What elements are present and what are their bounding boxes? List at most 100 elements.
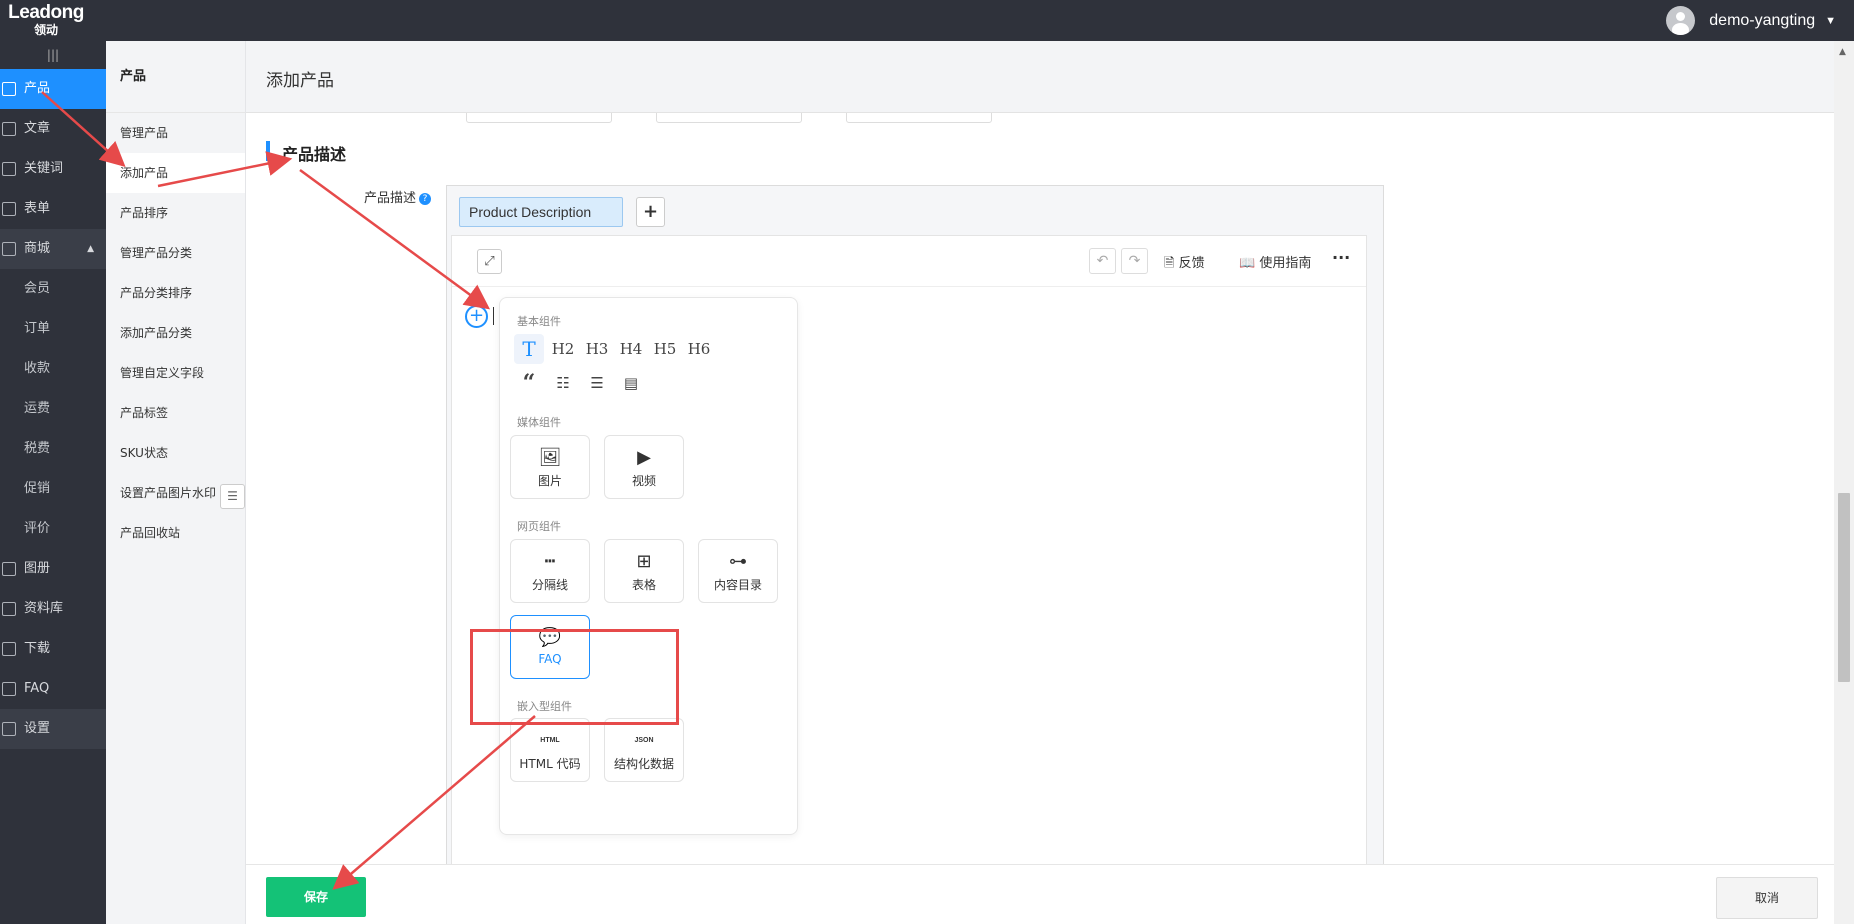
json-block-button[interactable]: JSON 结构化数据: [604, 718, 684, 782]
sidebar-item-label: 下载: [24, 641, 51, 656]
divider-block-button[interactable]: ┅ 分隔线: [510, 539, 590, 603]
subnav-item-custom-fields[interactable]: 管理自定义字段: [106, 353, 245, 393]
subnav-item-add-product[interactable]: 添加产品: [106, 153, 245, 193]
annotation-highlight-box: [470, 629, 679, 725]
json-file-icon: JSON: [634, 737, 654, 744]
subnav-item-add-category[interactable]: 添加产品分类: [106, 313, 245, 353]
feedback-label: 反馈: [1178, 256, 1205, 271]
keyword-icon: [2, 162, 16, 176]
sidebar-item-shipping[interactable]: 运费: [0, 389, 106, 429]
sidebar-item-form[interactable]: 表单: [0, 189, 106, 229]
chevron-up-icon: ▲: [87, 244, 94, 254]
html-file-icon: HTML: [540, 737, 560, 744]
sidebar-item-promotion[interactable]: 促销: [0, 469, 106, 509]
page-scrollbar[interactable]: ▲: [1834, 41, 1854, 924]
subnav-item-manage-products[interactable]: 管理产品: [106, 113, 245, 153]
sidebar-item-keyword[interactable]: 关键词: [0, 149, 106, 189]
subnav-item-manage-categories[interactable]: 管理产品分类: [106, 233, 245, 273]
heading6-button[interactable]: H6: [684, 334, 714, 364]
help-icon[interactable]: ?: [419, 193, 432, 205]
expand-icon[interactable]: ⤢: [477, 249, 502, 274]
card-label: 分隔线: [531, 578, 568, 592]
sidebar-item-download[interactable]: 下载: [0, 629, 106, 669]
sidebar-item-article[interactable]: 文章: [0, 109, 106, 149]
hidden-field[interactable]: [656, 113, 802, 123]
image-block-button[interactable]: 🖼 图片: [510, 435, 590, 499]
subnav-item-category-sort[interactable]: 产品分类排序: [106, 273, 245, 313]
sidebar-item-settings[interactable]: 设置: [0, 709, 106, 749]
user-menu[interactable]: demo-yangting ▼: [1666, 6, 1836, 35]
guide-button[interactable]: 📖 使用指南: [1239, 252, 1311, 271]
html-block-button[interactable]: HTML HTML 代码: [510, 718, 590, 782]
toc-block-button[interactable]: ⊶ 内容目录: [698, 539, 778, 603]
heading3-button[interactable]: H3: [582, 334, 612, 364]
hidden-field[interactable]: [466, 113, 612, 123]
sidebar-item-product[interactable]: 产品: [0, 69, 106, 109]
top-bar: Leadong 领动 demo-yangting ▼: [0, 0, 1854, 41]
page-title: 添加产品: [266, 71, 334, 91]
gear-icon: [2, 722, 16, 736]
faq-icon: [2, 682, 16, 696]
card-label: 内容目录: [713, 578, 762, 592]
sidebar-item-library[interactable]: 资料库: [0, 589, 106, 629]
sidebar-item-member[interactable]: 会员: [0, 269, 106, 309]
sidebar-item-label: 运费: [24, 401, 51, 416]
text-block-button[interactable]: T: [514, 334, 544, 364]
main-content: 产品描述 产品描述? Product Description + ⤢ ↶ ↷ 🗎…: [246, 113, 1834, 864]
sidebar-item-shop[interactable]: 商城 ▲: [0, 229, 106, 269]
video-block-button[interactable]: ▶ 视频: [604, 435, 684, 499]
save-button[interactable]: 保存: [266, 877, 366, 917]
subnav-item-recycle-bin[interactable]: 产品回收站: [106, 513, 245, 553]
rich-text-editor[interactable]: ⤢ ↶ ↷ 🗎 反馈 📖 使用指南 ··· + 基本组件 T H2 H3 H4 …: [451, 235, 1367, 864]
sidebar-item-review[interactable]: 评价: [0, 509, 106, 549]
user-name: demo-yangting: [1709, 11, 1816, 29]
collapse-sidebar-icon[interactable]: ☰: [220, 484, 245, 509]
insert-block-button[interactable]: +: [465, 305, 488, 328]
more-icon[interactable]: ···: [1332, 248, 1350, 267]
table-icon: ⊞: [636, 551, 652, 572]
scroll-up-icon[interactable]: ▲: [1839, 47, 1846, 57]
table-block-button[interactable]: ⊞ 表格: [604, 539, 684, 603]
library-icon: [2, 602, 16, 616]
redo-icon[interactable]: ↷: [1121, 248, 1148, 274]
chevron-down-icon: ▼: [1825, 14, 1836, 27]
cancel-button[interactable]: 取消: [1716, 877, 1818, 919]
document-icon: 🗎: [1164, 256, 1175, 271]
toc-icon: ⊶: [729, 551, 747, 572]
sidebar-item-album[interactable]: 图册: [0, 549, 106, 589]
heading2-button[interactable]: H2: [548, 334, 578, 364]
logo[interactable]: Leadong 领动: [6, 2, 86, 38]
scrollbar-thumb[interactable]: [1838, 493, 1850, 682]
quote-icon[interactable]: “: [514, 368, 544, 398]
numbered-list-icon[interactable]: ☰: [582, 368, 612, 398]
avatar: [1666, 6, 1696, 35]
heading4-button[interactable]: H4: [616, 334, 646, 364]
logo-text: Leadong: [8, 2, 84, 23]
sidebar-item-order[interactable]: 订单: [0, 309, 106, 349]
undo-icon[interactable]: ↶: [1089, 248, 1116, 274]
subnav-item-sku-status[interactable]: SKU状态: [106, 433, 245, 473]
sidebar-item-label: 收款: [24, 361, 51, 376]
subnav-title: 产品: [106, 41, 245, 113]
sidebar-item-payment[interactable]: 收款: [0, 349, 106, 389]
menu-toggle-icon[interactable]: |||: [0, 41, 106, 69]
bullet-list-icon[interactable]: ☷: [548, 368, 578, 398]
form-icon: [2, 202, 16, 216]
callout-icon[interactable]: ▤: [616, 368, 646, 398]
subnav-item-product-sort[interactable]: 产品排序: [106, 193, 245, 233]
video-icon: ▶: [637, 447, 651, 468]
sidebar-item-tax[interactable]: 税费: [0, 429, 106, 469]
add-tab-button[interactable]: +: [636, 197, 665, 227]
feedback-button[interactable]: 🗎 反馈: [1164, 252, 1205, 276]
card-label: 视频: [631, 474, 656, 488]
heading5-button[interactable]: H5: [650, 334, 680, 364]
sidebar-item-faq[interactable]: FAQ: [0, 669, 106, 709]
sidebar-item-label: 资料库: [24, 601, 64, 616]
editor-toolbar: ⤢ ↶ ↷ 🗎 反馈 📖 使用指南 ···: [452, 236, 1366, 287]
sidebar-item-label: 关键词: [24, 161, 64, 176]
hidden-field[interactable]: [846, 113, 992, 123]
tab-product-description[interactable]: Product Description: [459, 197, 623, 227]
subnav-item-product-tags[interactable]: 产品标签: [106, 393, 245, 433]
article-icon: [2, 122, 16, 136]
block-picker: 基本组件 T H2 H3 H4 H5 H6 “ ☷ ☰ ▤ 媒体组件 🖼 图片 ▶…: [499, 297, 798, 835]
